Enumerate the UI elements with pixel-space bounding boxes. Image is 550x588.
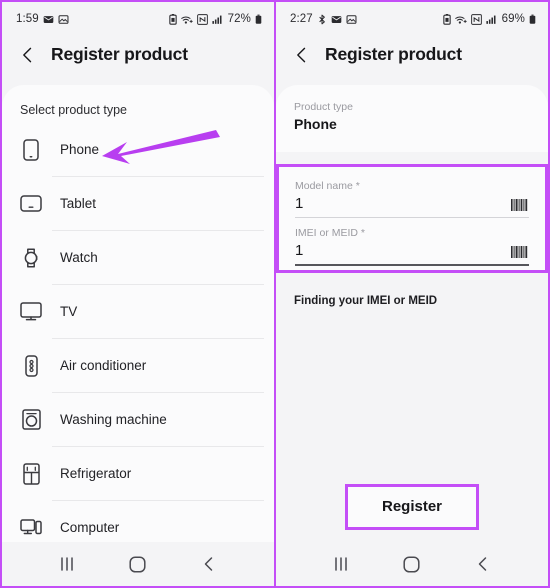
gallery-icon bbox=[346, 14, 357, 25]
list-item-washing-machine[interactable]: Washing machine bbox=[2, 393, 274, 446]
list-item-computer[interactable]: Computer bbox=[2, 501, 274, 542]
home-icon[interactable] bbox=[121, 547, 155, 581]
tv-icon bbox=[20, 301, 42, 323]
status-bar: 1:59 72% bbox=[2, 2, 274, 36]
list-item-watch[interactable]: Watch bbox=[2, 231, 274, 284]
product-type-value: Phone bbox=[294, 116, 337, 132]
imei-label: IMEI or MEID * bbox=[295, 227, 366, 239]
battery-icon bbox=[529, 14, 536, 25]
left-phone-screenshot: 1:59 72% Register product Select product… bbox=[0, 0, 275, 588]
status-bar-left: 1:59 bbox=[16, 13, 69, 25]
wifi-calling-icon bbox=[180, 14, 193, 25]
page-title: Register product bbox=[51, 44, 188, 64]
required-fields-highlight: Model name * 1 IMEI or MEID * 1 bbox=[276, 164, 548, 273]
list-item-label: Air conditioner bbox=[60, 358, 147, 373]
back-chevron-icon[interactable] bbox=[292, 45, 312, 65]
model-name-label: Model name * bbox=[295, 180, 360, 192]
battery-percent: 69% bbox=[501, 13, 525, 25]
tablet-icon bbox=[20, 193, 42, 215]
app-bar: Register product bbox=[276, 36, 548, 85]
product-type-card: Select product type Phone Tablet Watch T… bbox=[2, 85, 274, 542]
battery-saver-icon bbox=[168, 13, 177, 25]
register-button-area: Register bbox=[276, 484, 548, 530]
form-spacer bbox=[276, 152, 548, 164]
form-body: Finding your IMEI or MEID Register bbox=[276, 272, 548, 542]
recents-icon[interactable] bbox=[324, 547, 358, 581]
imei-input[interactable]: 1 bbox=[295, 242, 303, 259]
gallery-icon bbox=[58, 14, 69, 25]
list-item-refrigerator[interactable]: Refrigerator bbox=[2, 447, 274, 500]
page-title: Register product bbox=[325, 44, 462, 64]
recents-icon[interactable] bbox=[50, 547, 84, 581]
back-chevron-icon[interactable] bbox=[18, 45, 38, 65]
nav-bar bbox=[2, 542, 274, 586]
barcode-icon[interactable] bbox=[511, 245, 529, 259]
computer-icon bbox=[20, 517, 42, 539]
air-conditioner-icon bbox=[20, 354, 42, 377]
battery-icon bbox=[255, 14, 262, 25]
product-type-summary[interactable]: Product type Phone bbox=[276, 85, 548, 152]
status-bar-left: 2:27 bbox=[290, 13, 357, 25]
register-button[interactable]: Register bbox=[382, 498, 442, 515]
battery-percent: 72% bbox=[227, 13, 251, 25]
bluetooth-icon bbox=[317, 14, 327, 25]
list-item-label: Phone bbox=[60, 142, 100, 157]
imei-underline bbox=[295, 264, 529, 266]
refrigerator-icon bbox=[20, 462, 42, 485]
list-item-air-conditioner[interactable]: Air conditioner bbox=[2, 339, 274, 392]
battery-saver-icon bbox=[442, 13, 451, 25]
washing-machine-icon bbox=[20, 409, 42, 431]
list-item-label: Computer bbox=[60, 520, 120, 535]
imei-field[interactable]: IMEI or MEID * 1 bbox=[279, 218, 545, 266]
list-item-label: Refrigerator bbox=[60, 466, 132, 481]
home-icon[interactable] bbox=[395, 547, 429, 581]
register-button-highlight: Register bbox=[344, 484, 480, 530]
status-time: 2:27 bbox=[290, 13, 313, 25]
list-item-tablet[interactable]: Tablet bbox=[2, 177, 274, 230]
signal-icon bbox=[212, 14, 223, 25]
back-icon[interactable] bbox=[192, 547, 226, 581]
nav-bar bbox=[276, 542, 548, 586]
signal-icon bbox=[486, 14, 497, 25]
barcode-icon[interactable] bbox=[511, 198, 529, 212]
model-name-field[interactable]: Model name * 1 bbox=[279, 171, 545, 218]
phone-icon bbox=[20, 138, 42, 161]
model-name-input[interactable]: 1 bbox=[295, 195, 303, 212]
product-type-caption: Product type bbox=[294, 101, 353, 113]
list-item-label: Washing machine bbox=[60, 412, 167, 427]
list-item-tv[interactable]: TV bbox=[2, 285, 274, 338]
screenshot-stage: 1:59 72% Register product Select product… bbox=[0, 0, 550, 588]
wifi-calling-icon bbox=[454, 14, 467, 25]
watch-icon bbox=[20, 247, 42, 269]
back-icon[interactable] bbox=[466, 547, 500, 581]
right-phone-screenshot: 2:27 69% Register product Product type P… bbox=[275, 0, 550, 588]
status-bar: 2:27 69% bbox=[276, 2, 548, 36]
status-time: 1:59 bbox=[16, 13, 39, 25]
app-bar: Register product bbox=[2, 36, 274, 85]
mail-icon bbox=[43, 14, 54, 25]
list-item-label: Watch bbox=[60, 250, 98, 265]
nfc-icon bbox=[470, 13, 482, 25]
status-bar-right: 69% bbox=[442, 13, 536, 25]
list-item-phone[interactable]: Phone bbox=[2, 123, 274, 176]
nfc-icon bbox=[196, 13, 208, 25]
mail-icon bbox=[331, 14, 342, 25]
status-bar-right: 72% bbox=[168, 13, 262, 25]
list-item-label: Tablet bbox=[60, 196, 97, 211]
finding-imei-link[interactable]: Finding your IMEI or MEID bbox=[276, 273, 548, 307]
product-type-list: Phone Tablet Watch TV Air conditioner Wa… bbox=[2, 123, 274, 542]
list-item-label: TV bbox=[60, 304, 78, 319]
section-title: Select product type bbox=[20, 103, 128, 117]
